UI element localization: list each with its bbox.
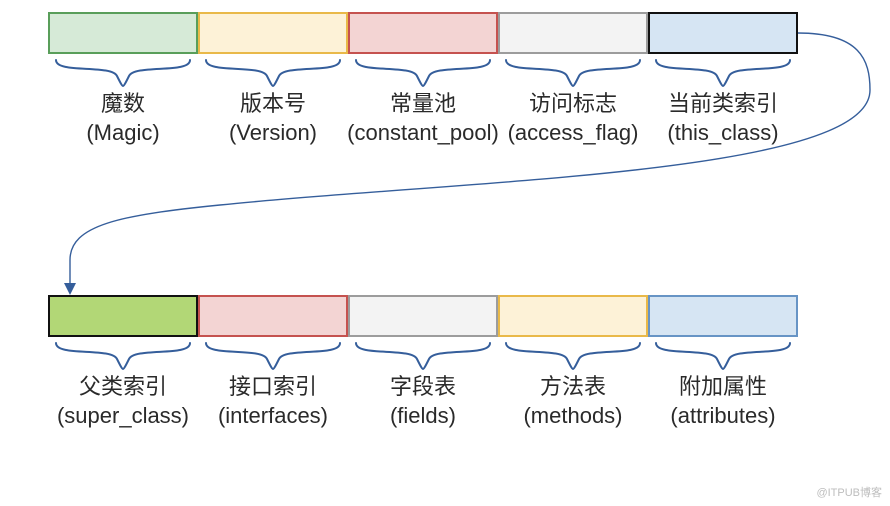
brace-this-class bbox=[656, 56, 790, 92]
field-box-super-class bbox=[48, 295, 198, 337]
structure-row-1 bbox=[48, 12, 798, 54]
brace-version bbox=[206, 56, 340, 92]
field-box-magic bbox=[48, 12, 198, 54]
label-en-access-flag: (access_flag) bbox=[493, 119, 653, 148]
label-constant-pool: 常量池(constant_pool) bbox=[343, 90, 503, 147]
label-cn-interfaces: 接口索引 bbox=[193, 373, 353, 402]
label-en-super-class: (super_class) bbox=[43, 402, 203, 431]
label-en-interfaces: (interfaces) bbox=[193, 402, 353, 431]
watermark: @ITPUB博客 bbox=[816, 484, 882, 500]
label-this-class: 当前类索引(this_class) bbox=[643, 90, 803, 147]
field-box-methods bbox=[498, 295, 648, 337]
field-box-interfaces bbox=[198, 295, 348, 337]
label-methods: 方法表(methods) bbox=[493, 373, 653, 430]
label-cn-this-class: 当前类索引 bbox=[643, 90, 803, 119]
label-magic: 魔数(Magic) bbox=[43, 90, 203, 147]
field-box-access-flag bbox=[498, 12, 648, 54]
brace-methods bbox=[506, 339, 640, 375]
label-cn-fields: 字段表 bbox=[343, 373, 503, 402]
label-fields: 字段表(fields) bbox=[343, 373, 503, 430]
structure-row-2 bbox=[48, 295, 798, 337]
label-cn-magic: 魔数 bbox=[43, 90, 203, 119]
label-cn-constant-pool: 常量池 bbox=[343, 90, 503, 119]
label-en-constant-pool: (constant_pool) bbox=[343, 119, 503, 148]
label-en-magic: (Magic) bbox=[43, 119, 203, 148]
label-en-fields: (fields) bbox=[343, 402, 503, 431]
label-cn-version: 版本号 bbox=[193, 90, 353, 119]
brace-interfaces bbox=[206, 339, 340, 375]
brace-constant-pool bbox=[356, 56, 490, 92]
label-cn-methods: 方法表 bbox=[493, 373, 653, 402]
brace-super-class bbox=[56, 339, 190, 375]
label-cn-access-flag: 访问标志 bbox=[493, 90, 653, 119]
label-version: 版本号(Version) bbox=[193, 90, 353, 147]
field-box-version bbox=[198, 12, 348, 54]
label-attributes: 附加属性(attributes) bbox=[643, 373, 803, 430]
label-interfaces: 接口索引(interfaces) bbox=[193, 373, 353, 430]
label-super-class: 父类索引(super_class) bbox=[43, 373, 203, 430]
field-box-fields bbox=[348, 295, 498, 337]
brace-fields bbox=[356, 339, 490, 375]
label-cn-attributes: 附加属性 bbox=[643, 373, 803, 402]
field-box-this-class bbox=[648, 12, 798, 54]
label-en-this-class: (this_class) bbox=[643, 119, 803, 148]
label-access-flag: 访问标志(access_flag) bbox=[493, 90, 653, 147]
brace-attributes bbox=[656, 339, 790, 375]
brace-magic bbox=[56, 56, 190, 92]
field-box-constant-pool bbox=[348, 12, 498, 54]
field-box-attributes bbox=[648, 295, 798, 337]
label-cn-super-class: 父类索引 bbox=[43, 373, 203, 402]
label-en-version: (Version) bbox=[193, 119, 353, 148]
brace-access-flag bbox=[506, 56, 640, 92]
label-en-methods: (methods) bbox=[493, 402, 653, 431]
label-en-attributes: (attributes) bbox=[643, 402, 803, 431]
